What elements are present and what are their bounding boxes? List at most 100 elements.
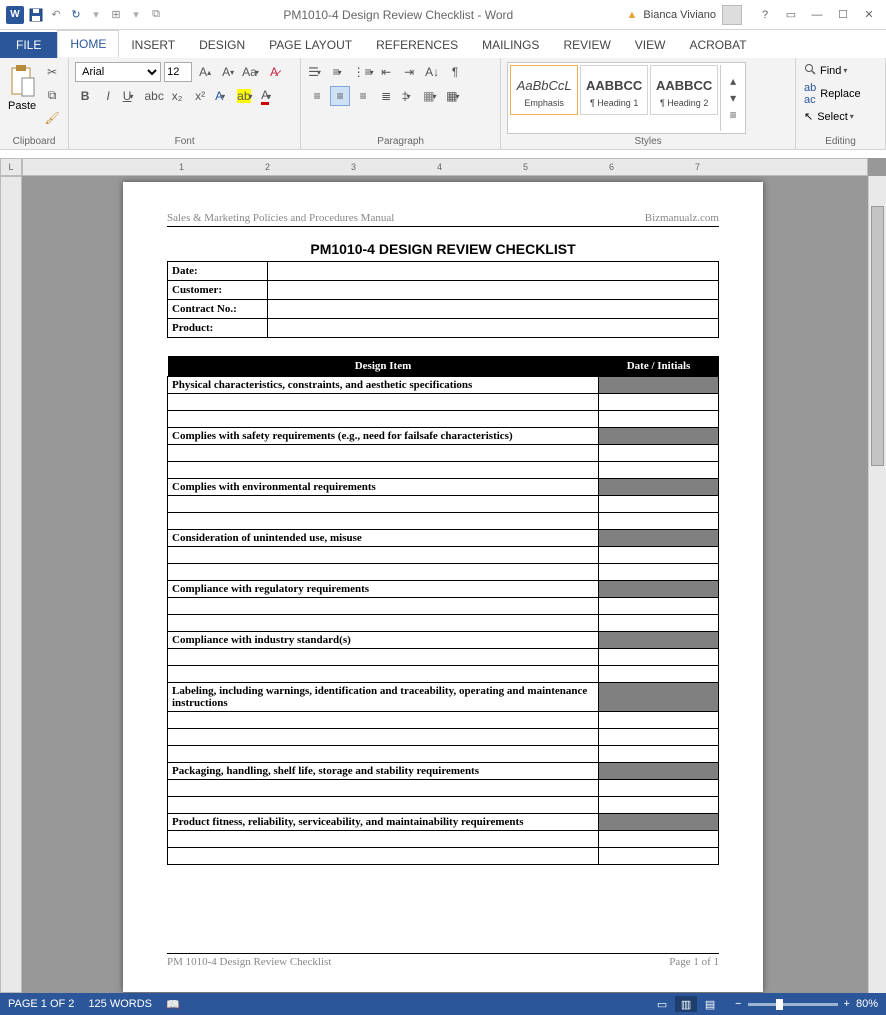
close-button[interactable]: ✕ xyxy=(860,8,878,21)
table-row[interactable] xyxy=(168,445,599,462)
decrease-indent-button[interactable]: ⇤ xyxy=(376,62,396,82)
clear-formatting-button[interactable]: A̷ xyxy=(264,62,284,82)
table-row[interactable] xyxy=(168,496,599,513)
cut-button[interactable]: ✂ xyxy=(42,62,62,82)
design-item[interactable]: Physical characteristics, constraints, a… xyxy=(168,377,599,394)
meta-date-value[interactable] xyxy=(268,262,719,281)
document-area[interactable]: Sales & Marketing Policies and Procedure… xyxy=(0,158,886,993)
align-center-button[interactable]: ≡ xyxy=(330,86,350,106)
styles-gallery[interactable]: AaBbCcL Emphasis AABBCC ¶ Heading 1 AABB… xyxy=(507,62,746,134)
tab-page-layout[interactable]: PAGE LAYOUT xyxy=(257,32,364,58)
table-row[interactable] xyxy=(168,394,599,411)
meta-customer-value[interactable] xyxy=(268,281,719,300)
vertical-ruler[interactable] xyxy=(0,176,22,993)
table-row[interactable] xyxy=(168,598,599,615)
horizontal-ruler[interactable]: 1234567 xyxy=(22,158,868,176)
table-row[interactable] xyxy=(168,797,599,814)
borders-button[interactable]: ▦▾ xyxy=(445,86,465,106)
font-name-combo[interactable]: Arial xyxy=(75,62,161,82)
design-item[interactable]: Packaging, handling, shelf life, storage… xyxy=(168,763,599,780)
table-row[interactable] xyxy=(599,746,719,763)
design-item[interactable]: Complies with safety requirements (e.g.,… xyxy=(168,428,599,445)
copy-button[interactable]: ⧉ xyxy=(42,85,62,105)
date-initials-cell[interactable] xyxy=(599,530,719,547)
date-initials-cell[interactable] xyxy=(599,428,719,445)
styles-more-icon[interactable]: ≡ xyxy=(723,108,743,122)
zoom-slider[interactable] xyxy=(748,1003,838,1006)
vertical-scrollbar[interactable] xyxy=(868,176,886,993)
style-heading2[interactable]: AABBCC ¶ Heading 2 xyxy=(650,65,718,115)
table-row[interactable] xyxy=(168,746,599,763)
design-item[interactable]: Product fitness, reliability, serviceabi… xyxy=(168,814,599,831)
style-heading1[interactable]: AABBCC ¶ Heading 1 xyxy=(580,65,648,115)
font-color-button[interactable]: A▾ xyxy=(259,86,279,106)
table-row[interactable] xyxy=(599,780,719,797)
scrollbar-thumb[interactable] xyxy=(871,206,884,466)
save-icon[interactable] xyxy=(28,7,44,23)
bullets-button[interactable]: ☰▾ xyxy=(307,62,327,82)
table-row[interactable] xyxy=(599,394,719,411)
bold-button[interactable]: B xyxy=(75,86,95,106)
format-painter-button[interactable]: 🖌 xyxy=(42,108,62,128)
style-emphasis[interactable]: AaBbCcL Emphasis xyxy=(510,65,578,115)
table-row[interactable] xyxy=(168,411,599,428)
table-row[interactable] xyxy=(168,712,599,729)
shrink-font-button[interactable]: A▾ xyxy=(218,62,238,82)
superscript-button[interactable]: x² xyxy=(190,86,210,106)
zoom-level[interactable]: 80% xyxy=(856,998,878,1010)
line-spacing-button[interactable]: ‡▾ xyxy=(399,86,419,106)
design-item[interactable]: Compliance with regulatory requirements xyxy=(168,581,599,598)
table-row[interactable] xyxy=(168,649,599,666)
tab-references[interactable]: REFERENCES xyxy=(364,32,470,58)
table-row[interactable] xyxy=(168,462,599,479)
numbering-button[interactable]: ≡▾ xyxy=(330,62,350,82)
tab-acrobat[interactable]: ACROBAT xyxy=(677,32,758,58)
print-layout-button[interactable]: ▥ xyxy=(675,996,697,1012)
tab-review[interactable]: REVIEW xyxy=(551,32,622,58)
help-icon[interactable]: ? xyxy=(756,9,774,21)
change-case-button[interactable]: Aa▾ xyxy=(241,62,261,82)
tab-home[interactable]: HOME xyxy=(57,30,119,58)
meta-contract-value[interactable] xyxy=(268,300,719,319)
spelling-icon[interactable]: 📖 xyxy=(166,998,180,1011)
table-row[interactable] xyxy=(599,615,719,632)
italic-button[interactable]: I xyxy=(98,86,118,106)
table-row[interactable] xyxy=(599,729,719,746)
zoom-in-button[interactable]: + xyxy=(844,998,850,1010)
table-row[interactable] xyxy=(599,666,719,683)
table-row[interactable] xyxy=(599,496,719,513)
table-row[interactable] xyxy=(168,666,599,683)
subscript-button[interactable]: x₂ xyxy=(167,86,187,106)
grow-font-button[interactable]: A▴ xyxy=(195,62,215,82)
date-initials-cell[interactable] xyxy=(599,683,719,712)
table-row[interactable] xyxy=(599,445,719,462)
word-count[interactable]: 125 WORDS xyxy=(88,998,152,1010)
date-initials-cell[interactable] xyxy=(599,479,719,496)
touch-mode-icon[interactable]: ⊞ xyxy=(108,7,124,23)
align-left-button[interactable]: ≡ xyxy=(307,86,327,106)
date-initials-cell[interactable] xyxy=(599,377,719,394)
table-row[interactable] xyxy=(168,547,599,564)
font-size-combo[interactable] xyxy=(164,62,192,82)
multilevel-list-button[interactable]: ⋮≡▾ xyxy=(353,62,373,82)
read-mode-button[interactable]: ▭ xyxy=(651,996,673,1012)
table-row[interactable] xyxy=(168,513,599,530)
design-item[interactable]: Compliance with industry standard(s) xyxy=(168,632,599,649)
table-row[interactable] xyxy=(599,848,719,865)
web-layout-button[interactable]: ▤ xyxy=(699,996,721,1012)
styles-up-icon[interactable]: ▴ xyxy=(723,74,743,88)
zoom-out-button[interactable]: − xyxy=(735,998,741,1010)
sort-button[interactable]: A↓ xyxy=(422,62,442,82)
table-row[interactable] xyxy=(168,564,599,581)
find-button[interactable]: Find▾ xyxy=(802,62,855,79)
shading-button[interactable]: ▦▾ xyxy=(422,86,442,106)
table-row[interactable] xyxy=(599,598,719,615)
maximize-button[interactable]: ☐ xyxy=(834,8,852,21)
paste-button[interactable]: Paste xyxy=(6,62,38,114)
table-row[interactable] xyxy=(599,712,719,729)
select-button[interactable]: ↖Select▾ xyxy=(802,109,862,124)
date-initials-cell[interactable] xyxy=(599,814,719,831)
tab-view[interactable]: VIEW xyxy=(623,32,678,58)
align-right-button[interactable]: ≡ xyxy=(353,86,373,106)
table-row[interactable] xyxy=(599,547,719,564)
